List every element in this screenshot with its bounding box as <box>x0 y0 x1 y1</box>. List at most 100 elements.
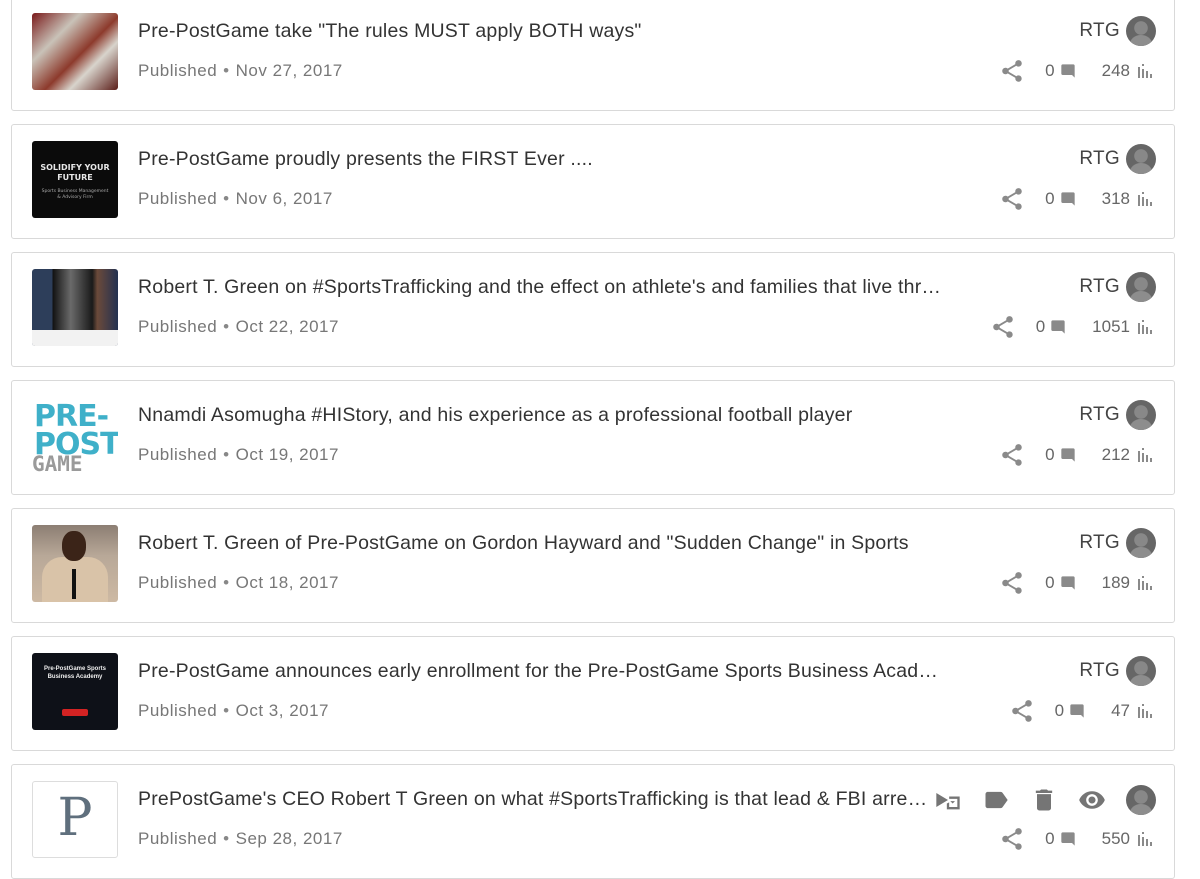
author-name: RTG <box>1079 276 1120 297</box>
view-count: 47 <box>1111 701 1130 720</box>
avatar <box>1126 785 1156 815</box>
view-count: 248 <box>1101 61 1130 80</box>
comment-icon <box>1060 832 1075 846</box>
share-icon[interactable] <box>999 58 1025 84</box>
post-title[interactable]: Pre-PostGame take "The rules MUST apply … <box>138 20 642 43</box>
thumbnail-headline: SOLIDIFY YOUR FUTURE <box>40 163 110 182</box>
separator: • <box>223 189 230 208</box>
stats-icon <box>1138 320 1152 334</box>
post-hover-actions <box>934 785 1156 815</box>
comment-icon <box>1060 448 1075 462</box>
post-thumbnail[interactable] <box>32 269 118 346</box>
post-date: Oct 19, 2017 <box>235 445 339 464</box>
comment-count: 0 <box>1035 317 1046 336</box>
post-meta: Published • Nov 6, 2017 <box>138 189 333 209</box>
post-stats: 0 318 <box>999 185 1152 213</box>
avatar <box>1126 144 1156 174</box>
move-to-icon[interactable] <box>934 786 962 814</box>
post-title[interactable]: Robert T. Green of Pre-PostGame on Gordo… <box>138 532 909 555</box>
stats-icon <box>1138 64 1152 78</box>
post-author: RTG <box>1079 527 1156 559</box>
comment-icon <box>1060 192 1075 206</box>
post-card[interactable]: Robert T. Green on #SportsTrafficking an… <box>11 252 1175 367</box>
separator: • <box>223 573 230 592</box>
post-author: RTG <box>1079 399 1156 431</box>
post-card[interactable]: SOLIDIFY YOUR FUTURE Sports Business Man… <box>11 124 1175 239</box>
post-thumbnail[interactable]: Pre-PostGame Sports Business Academy <box>32 653 118 730</box>
post-card[interactable]: Pre-PostGame Sports Business Academy Pre… <box>11 636 1175 751</box>
comment-icon <box>1051 320 1065 334</box>
post-date: Oct 18, 2017 <box>235 573 339 592</box>
comment-count: 0 <box>1045 61 1055 80</box>
view-count: 1051 <box>1092 317 1130 336</box>
avatar <box>1126 400 1156 430</box>
post-date: Nov 6, 2017 <box>235 189 333 208</box>
separator: • <box>223 61 230 80</box>
stats-icon <box>1138 576 1152 590</box>
post-status: Published <box>138 317 218 336</box>
stats-icon <box>1138 192 1152 206</box>
post-stats: 0 248 <box>999 57 1152 85</box>
post-card-hovered[interactable]: P PrePostGame's CEO Robert T Green on wh… <box>11 764 1175 879</box>
post-card[interactable]: PRE- POST GAME Nnamdi Asomugha #HIStory,… <box>11 380 1175 495</box>
post-meta: Published • Sep 28, 2017 <box>138 829 343 849</box>
post-status: Published <box>138 189 218 208</box>
share-icon[interactable] <box>999 570 1025 596</box>
post-thumbnail[interactable]: P <box>32 781 118 858</box>
separator: • <box>223 829 230 848</box>
comment-count: 0 <box>1045 829 1055 848</box>
comment-count: 0 <box>1054 701 1065 720</box>
post-thumbnail[interactable] <box>32 13 118 90</box>
post-stats: 0 189 <box>999 569 1152 597</box>
share-icon[interactable] <box>999 442 1025 468</box>
share-icon[interactable] <box>999 186 1025 212</box>
post-meta: Published • Nov 27, 2017 <box>138 61 343 81</box>
view-count: 189 <box>1101 573 1130 592</box>
share-icon[interactable] <box>999 826 1025 852</box>
avatar <box>1126 528 1156 558</box>
post-card[interactable]: Robert T. Green of Pre-PostGame on Gordo… <box>11 508 1175 623</box>
post-thumbnail[interactable]: PRE- POST GAME <box>32 397 118 474</box>
visibility-icon[interactable] <box>1078 786 1106 814</box>
stats-icon <box>1138 832 1152 846</box>
avatar <box>1126 656 1156 686</box>
comment-count: 0 <box>1045 189 1055 208</box>
post-title[interactable]: Nnamdi Asomugha #HIStory, and his experi… <box>138 404 852 427</box>
post-thumbnail[interactable] <box>32 525 118 602</box>
comment-count: 0 <box>1045 573 1055 592</box>
post-author: RTG <box>1079 655 1156 687</box>
post-title[interactable]: PrePostGame's CEO Robert T Green on what… <box>138 788 928 811</box>
post-title[interactable]: Robert T. Green on #SportsTrafficking an… <box>138 276 941 299</box>
author-name: RTG <box>1079 660 1120 681</box>
comment-icon <box>1060 576 1075 590</box>
view-count: 318 <box>1101 189 1130 208</box>
post-title[interactable]: Pre-PostGame proudly presents the FIRST … <box>138 148 593 171</box>
post-status: Published <box>138 829 218 848</box>
post-date: Nov 27, 2017 <box>235 61 343 80</box>
post-date: Oct 22, 2017 <box>235 317 339 336</box>
separator: • <box>223 445 230 464</box>
post-meta: Published • Oct 3, 2017 <box>138 701 329 721</box>
post-date: Oct 3, 2017 <box>235 701 330 720</box>
post-thumbnail[interactable]: SOLIDIFY YOUR FUTURE Sports Business Man… <box>32 141 118 218</box>
author-name: RTG <box>1079 532 1120 553</box>
post-author: RTG <box>1079 143 1156 175</box>
logo-line: GAME <box>32 452 83 474</box>
share-icon[interactable] <box>1009 698 1035 724</box>
view-count: 212 <box>1101 445 1130 464</box>
post-stats: 0 1051 <box>990 313 1152 341</box>
post-author: RTG <box>1079 271 1156 303</box>
post-stats: 0 212 <box>999 441 1152 469</box>
avatar <box>1126 272 1156 302</box>
post-card[interactable]: Pre-PostGame take "The rules MUST apply … <box>11 0 1175 111</box>
delete-icon[interactable] <box>1030 786 1058 814</box>
author-name: RTG <box>1079 20 1120 41</box>
comment-count: 0 <box>1045 445 1055 464</box>
post-stats: 0 550 <box>999 825 1152 853</box>
label-icon[interactable] <box>982 786 1010 814</box>
post-title[interactable]: Pre-PostGame announces early enrollment … <box>138 660 943 683</box>
post-meta: Published • Oct 19, 2017 <box>138 445 339 465</box>
stats-icon <box>1138 448 1152 462</box>
post-status: Published <box>138 573 218 592</box>
share-icon[interactable] <box>990 314 1016 340</box>
